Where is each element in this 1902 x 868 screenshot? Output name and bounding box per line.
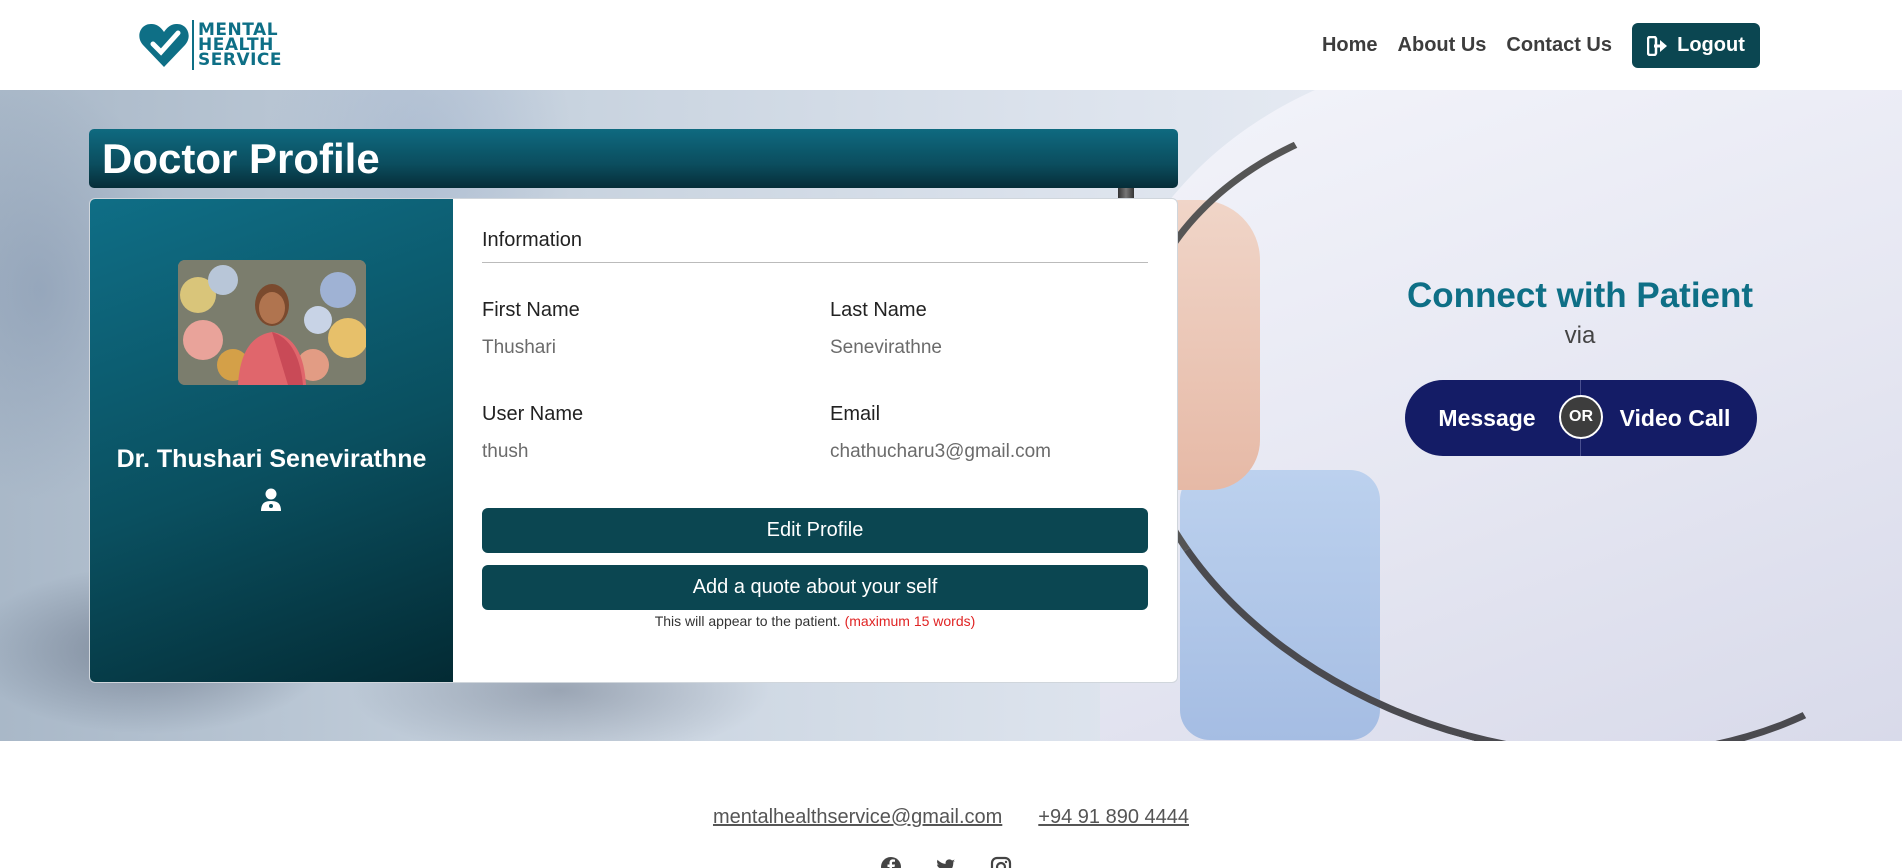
logout-icon [1647,35,1668,56]
footer-phone-link[interactable]: +94 91 890 4444 [1038,806,1189,829]
user-name-label: User Name [482,403,584,425]
user-name-value: thush [482,441,529,462]
message-button[interactable]: Message [1405,380,1569,456]
doctor-name: Dr. Thushari Senevirathne [116,445,427,473]
connect-section: Connect with Patient via [1390,276,1770,350]
email-label: Email [830,403,881,425]
social-links [880,856,1045,868]
top-navbar: MENTAL HEALTH SERVICE Home About Us Cont… [0,0,1902,90]
logout-label: Logout [1677,34,1745,56]
connect-via: via [1564,322,1596,349]
email-value: chathucharu3@gmail.com [830,441,1052,462]
connect-heading: Connect with Patient [1406,276,1754,315]
logo-divider [192,20,194,70]
page-title-bar: Doctor Profile [89,129,1178,188]
logo-line-service: SERVICE [198,49,283,70]
facebook-icon[interactable] [880,856,902,868]
profile-sidebar: Dr. Thushari Senevirathne [90,199,453,682]
footer-contact: mentalhealthservice@gmail.com +94 91 890… [0,806,1902,829]
page-title: Doctor Profile [102,135,380,182]
or-badge: OR [1559,395,1603,439]
contact-method-pill: Message Video Call OR [1405,380,1757,456]
nav-contact-us[interactable]: Contact Us [1506,23,1612,68]
logout-button[interactable]: Logout [1632,23,1760,68]
instagram-icon[interactable] [990,856,1012,868]
twitter-icon[interactable] [935,856,957,868]
user-doctor-icon [260,488,282,512]
logo-text: MENTAL HEALTH SERVICE [198,21,283,70]
info-heading: Information [482,229,1148,263]
nav-about-us[interactable]: About Us [1398,23,1487,68]
nav-home[interactable]: Home [1322,23,1378,68]
heart-check-icon [138,21,190,69]
video-call-button[interactable]: Video Call [1605,380,1745,456]
site-logo[interactable]: MENTAL HEALTH SERVICE [138,20,282,70]
profile-card: Dr. Thushari Senevirathne Information Fi… [89,198,1178,683]
edit-profile-button[interactable]: Edit Profile [482,508,1148,553]
add-quote-button[interactable]: Add a quote about your self [482,565,1148,610]
last-name-value: Senevirathne [830,337,942,358]
quote-hint: This will appear to the patient. (maximu… [482,613,1148,629]
first-name-label: First Name [482,299,580,321]
last-name-label: Last Name [830,299,927,321]
quote-hint-text: This will appear to the patient. [654,613,841,629]
doctor-avatar [178,260,366,385]
quote-word-limit: (maximum 15 words) [844,613,976,629]
main-nav: Home About Us Contact Us Logout [1302,23,1760,68]
footer-email-link[interactable]: mentalhealthservice@gmail.com [713,806,1002,829]
first-name-value: Thushari [482,337,556,358]
